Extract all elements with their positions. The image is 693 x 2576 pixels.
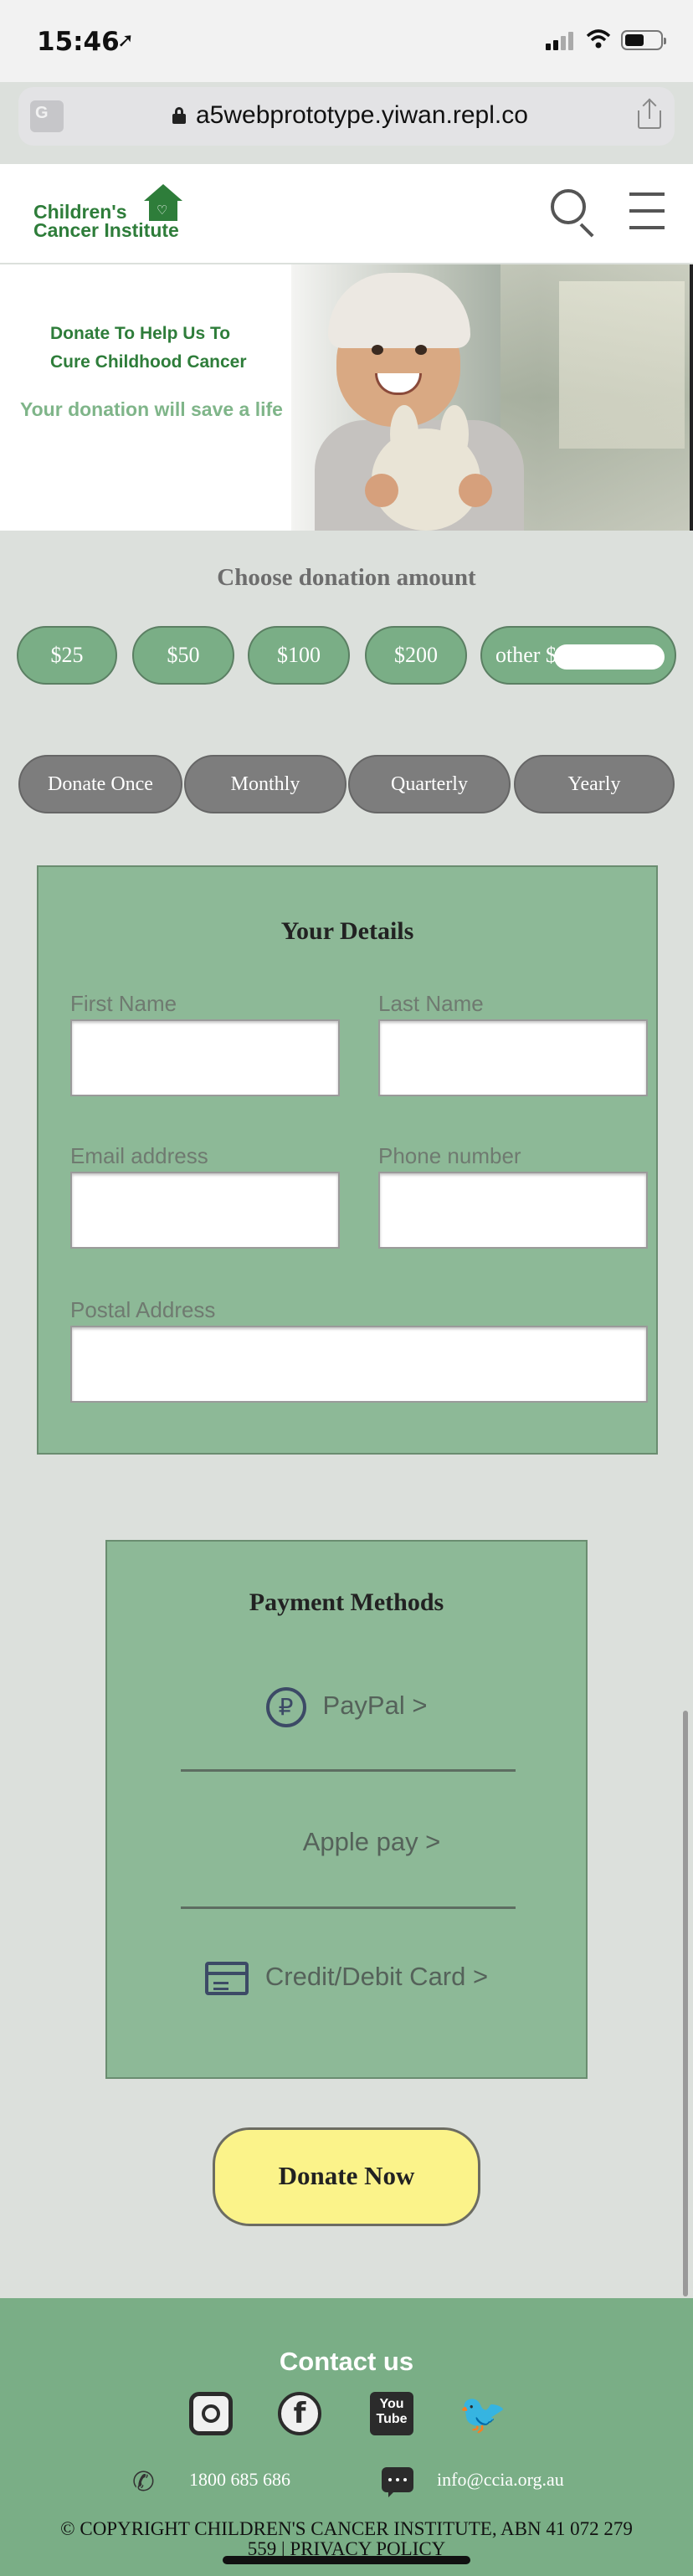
- paypal-option[interactable]: ₽ PayPal >: [107, 1687, 586, 1727]
- share-icon[interactable]: [638, 98, 661, 129]
- first-name-label: First Name: [70, 991, 177, 1016]
- payment-methods-card: Payment Methods ₽ PayPal > Apple pay > Cr…: [105, 1540, 588, 2079]
- home-indicator[interactable]: [223, 2556, 470, 2564]
- hero-photo: [291, 264, 693, 531]
- payment-methods-title: Payment Methods: [249, 1588, 444, 1616]
- postal-address-label: Postal Address: [70, 1297, 216, 1322]
- hero-edge: [690, 264, 693, 531]
- first-name-field[interactable]: [70, 1019, 340, 1096]
- status-time: 15:46: [37, 27, 120, 57]
- footer: Contact us f You Tube 🐦 ✆ 1800 685 686 in…: [0, 2298, 693, 2576]
- hero-tagline: Your donation will save a life: [20, 398, 283, 420]
- other-amount-input[interactable]: [554, 644, 665, 670]
- url-text[interactable]: a5webprototype.yiwan.repl.co: [196, 101, 528, 130]
- location-arrow-icon: ➚: [117, 29, 135, 52]
- phone-label: Phone number: [378, 1143, 521, 1168]
- copyright-text: © COPYRIGHT CHILDREN'S CANCER INSTITUTE,…: [0, 2519, 693, 2559]
- details-card: Your Details First Name Last Name Email …: [37, 865, 658, 1455]
- last-name-label: Last Name: [378, 991, 484, 1016]
- battery-icon: [621, 30, 666, 50]
- paypal-icon: ₽: [265, 1687, 306, 1727]
- translate-icon[interactable]: [30, 100, 64, 132]
- amount-200-button[interactable]: $200: [365, 626, 467, 685]
- address-bar[interactable]: a5webprototype.yiwan.repl.co: [18, 87, 675, 146]
- site-header: Children's Cancer Institute ♡: [0, 164, 693, 263]
- footer-phone[interactable]: 1800 685 686: [189, 2469, 290, 2491]
- twitter-icon[interactable]: 🐦: [459, 2392, 506, 2435]
- card-option[interactable]: Credit/Debit Card >: [107, 1962, 586, 1995]
- email-field[interactable]: [70, 1172, 340, 1249]
- status-bar: 15:46 ➚: [0, 0, 693, 82]
- footer-email[interactable]: info@ccia.org.au: [437, 2469, 564, 2491]
- contact-title: Contact us: [279, 2347, 414, 2376]
- hero-headline-line-2: Cure Childhood Cancer: [50, 352, 247, 372]
- scrollbar[interactable]: [683, 1711, 688, 2296]
- card-label: Credit/Debit Card >: [264, 1962, 489, 1992]
- apple-icon: [253, 1824, 286, 1863]
- frequency-once-button[interactable]: Donate Once: [18, 755, 182, 813]
- email-label: Email address: [70, 1143, 208, 1168]
- instagram-icon[interactable]: [189, 2392, 233, 2435]
- frequency-quarterly-button[interactable]: Quarterly: [348, 755, 511, 813]
- details-title: Your Details: [280, 917, 414, 945]
- apple-pay-label: Apple pay >: [302, 1827, 441, 1857]
- hero-headline: Donate To Help Us To Cure Childhood Canc…: [50, 320, 251, 377]
- postal-address-field[interactable]: [70, 1326, 648, 1403]
- frequency-monthly-button[interactable]: Monthly: [184, 755, 346, 813]
- payment-divider: [181, 1906, 516, 1909]
- facebook-icon[interactable]: f: [278, 2392, 321, 2435]
- last-name-field[interactable]: [378, 1019, 648, 1096]
- payment-divider: [181, 1769, 516, 1772]
- search-icon[interactable]: [549, 187, 598, 238]
- lock-icon: [172, 107, 186, 124]
- logo-line-2: Cancer Institute: [33, 219, 179, 241]
- credit-card-icon: [204, 1962, 249, 1995]
- wifi-icon: [586, 29, 611, 49]
- copyright-line-1: © COPYRIGHT CHILDREN'S CANCER INSTITUTE,…: [60, 2518, 633, 2539]
- phone-field[interactable]: [378, 1172, 648, 1249]
- amount-25-button[interactable]: $25: [17, 626, 117, 685]
- hero-headline-line-1: Donate To Help Us To: [50, 324, 231, 343]
- apple-pay-option[interactable]: Apple pay >: [107, 1824, 586, 1863]
- donation-amount-title: Choose donation amount: [217, 564, 476, 591]
- cellular-signal-icon: [546, 30, 574, 50]
- frequency-yearly-button[interactable]: Yearly: [514, 755, 675, 813]
- amount-100-button[interactable]: $100: [248, 626, 350, 685]
- other-amount-label: other $: [495, 643, 557, 667]
- hero-banner: Donate To Help Us To Cure Childhood Canc…: [0, 264, 693, 531]
- youtube-icon[interactable]: You Tube: [370, 2392, 413, 2435]
- paypal-label: PayPal >: [322, 1691, 428, 1721]
- amount-50-button[interactable]: $50: [132, 626, 234, 685]
- logo-house-icon: ♡: [144, 184, 182, 221]
- donate-now-button[interactable]: Donate Now: [213, 2127, 480, 2226]
- message-icon: [382, 2467, 413, 2497]
- phone-icon: ✆: [132, 2466, 155, 2497]
- menu-icon[interactable]: [629, 192, 665, 229]
